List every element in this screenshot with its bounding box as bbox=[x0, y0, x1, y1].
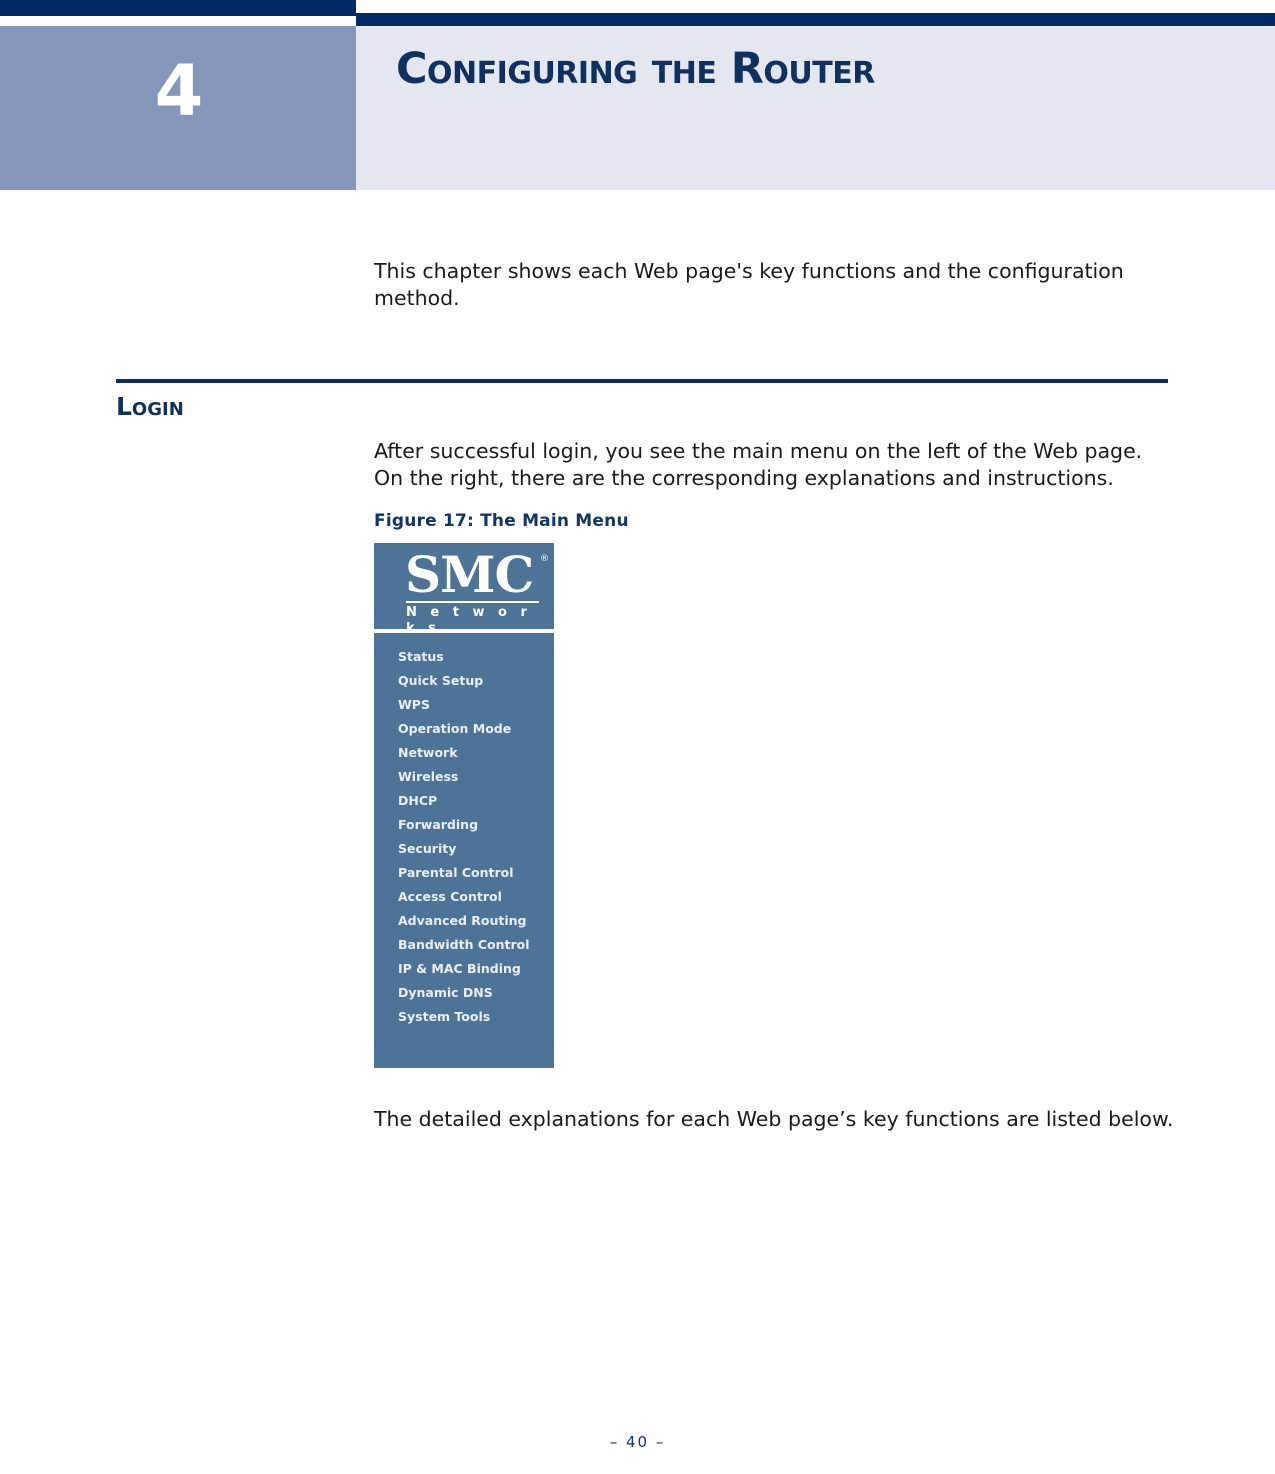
menu-item-status[interactable]: Status bbox=[374, 645, 554, 669]
intro-paragraph: This chapter shows each Web page's key f… bbox=[374, 259, 1124, 310]
smc-wordmark: SMC bbox=[405, 545, 534, 604]
section-divider bbox=[116, 379, 1168, 383]
smc-logo-subtitle: N e t w o r k s bbox=[406, 605, 532, 629]
page-title: Configuring the Router bbox=[396, 44, 875, 94]
menu-item-wps[interactable]: WPS bbox=[374, 693, 554, 717]
menu-item-wireless[interactable]: Wireless bbox=[374, 765, 554, 789]
section-heading-login: Login bbox=[116, 392, 184, 421]
menu-item-forwarding[interactable]: Forwarding bbox=[374, 813, 554, 837]
header-navy-block bbox=[0, 0, 356, 16]
menu-item-system-tools[interactable]: System Tools bbox=[374, 1005, 554, 1029]
figure-main-menu: SMC ® N e t w o r k s Status Quick Setup… bbox=[374, 543, 554, 1068]
login-paragraph: After successful login, you see the main… bbox=[374, 439, 1143, 490]
menu-item-bandwidth-control[interactable]: Bandwidth Control bbox=[374, 933, 554, 957]
router-main-menu: Status Quick Setup WPS Operation Mode Ne… bbox=[374, 633, 554, 1068]
figure-caption: Figure 17: The Main Menu bbox=[374, 511, 629, 531]
menu-item-access-control[interactable]: Access Control bbox=[374, 885, 554, 909]
page-footer: – 40 – bbox=[609, 1433, 666, 1451]
menu-item-dhcp[interactable]: DHCP bbox=[374, 789, 554, 813]
menu-item-quick-setup[interactable]: Quick Setup bbox=[374, 669, 554, 693]
logo-underline bbox=[406, 601, 539, 603]
menu-item-parental-control[interactable]: Parental Control bbox=[374, 861, 554, 885]
menu-item-advanced-routing[interactable]: Advanced Routing bbox=[374, 909, 554, 933]
smc-logo-panel: SMC ® N e t w o r k s bbox=[374, 543, 554, 629]
header-navy-rule bbox=[356, 13, 1275, 26]
registered-trademark-icon: ® bbox=[540, 554, 549, 564]
menu-item-security[interactable]: Security bbox=[374, 837, 554, 861]
menu-item-network[interactable]: Network bbox=[374, 741, 554, 765]
menu-item-ip-mac-binding[interactable]: IP & MAC Binding bbox=[374, 957, 554, 981]
closing-paragraph: The detailed explanations for each Web p… bbox=[374, 1107, 1174, 1131]
menu-item-dynamic-dns[interactable]: Dynamic DNS bbox=[374, 981, 554, 1005]
menu-item-operation-mode[interactable]: Operation Mode bbox=[374, 717, 554, 741]
chapter-number: 4 bbox=[154, 50, 204, 132]
chapter-number-block: 4 bbox=[0, 26, 356, 190]
